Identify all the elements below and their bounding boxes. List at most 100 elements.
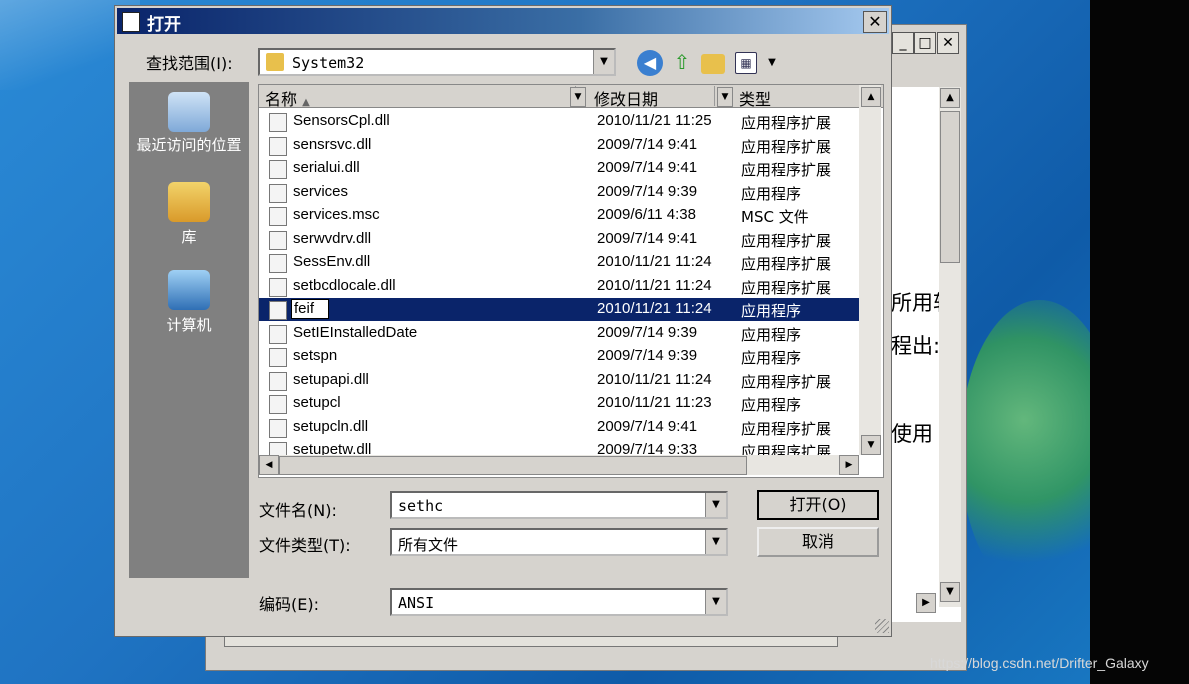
file-type: 应用程序 [741,302,802,320]
place-label: 计算机 [166,316,212,334]
new-folder-icon[interactable] [701,54,725,74]
column-name-label: 名称 [265,90,298,109]
view-menu-icon[interactable]: ▦ [735,52,757,74]
scroll-down-arrow[interactable]: ▼ [940,582,960,602]
place-computer[interactable]: 计算机 [129,270,249,335]
file-name: SessEnv.dll [293,253,371,270]
file-icon [269,113,287,132]
chevron-down-icon[interactable]: ▼ [705,590,726,614]
side-black-bar [1090,0,1189,684]
open-button[interactable]: 打开(O) [757,490,879,520]
file-type: 应用程序扩展 [741,419,832,438]
rename-input[interactable]: feif [291,299,329,319]
scroll-left-arrow[interactable]: ◀ [259,455,279,475]
cancel-button[interactable]: 取消 [757,527,879,557]
maximize-button[interactable]: □ [914,32,936,54]
file-name: setupcln.dll [293,417,369,435]
file-icon [269,183,287,203]
watermark: https://blog.csdn.net/Drifter_Galaxy [930,655,1149,671]
chevron-down-icon[interactable]: ▼ [705,530,726,554]
chevron-down-icon[interactable]: ▼ [705,493,726,517]
file-date: 2010/11/21 11:24 [597,253,712,270]
file-type: MSC 文件 [741,208,809,226]
close-button[interactable]: ✕ [937,32,959,54]
encoding-combo[interactable]: ANSI ▼ [390,588,728,616]
filetype-value: 所有文件 [398,536,459,554]
back-icon[interactable]: ◀ [637,50,663,76]
file-name: SetIEInstalledDate [293,323,418,341]
file-icon [269,418,287,438]
file-row[interactable]: setupcln.dll 2009/7/14 9:41 应用程序扩展 [259,416,859,439]
file-row[interactable]: feif 2010/11/21 11:24 应用程序 [259,298,859,321]
column-type[interactable]: 类型 [739,86,857,109]
file-icon [269,277,287,297]
file-type: 应用程序 [741,396,802,414]
scroll-up-arrow[interactable]: ▲ [940,88,960,108]
text-fragment: 程出: [891,334,941,358]
scroll-right-arrow[interactable]: ▶ [839,455,859,475]
minimize-button[interactable]: _ [892,32,914,54]
file-row[interactable]: setbcdlocale.dll 2010/11/21 11:24 应用程序扩展 [259,275,859,298]
close-button[interactable]: ✕ [863,11,887,33]
dialog-title: 打开 [147,15,181,35]
file-list[interactable]: 名称 ▲ ▼ 修改日期 ▼ 类型 SensorsCpl.dll 2010/11/2… [258,84,884,478]
file-row[interactable]: SessEnv.dll 2010/11/21 11:24 应用程序扩展 [259,251,859,274]
file-row[interactable]: services 2009/7/14 9:39 应用程序 [259,181,859,204]
vertical-scrollbar[interactable]: ▲ ▼ [859,85,881,455]
file-type: 应用程序扩展 [741,255,832,273]
vertical-scrollbar[interactable]: ▲ ▼ [939,87,961,607]
file-row[interactable]: SetIEInstalledDate 2009/7/14 9:39 应用程序 [259,322,859,345]
file-type: 应用程序扩展 [741,278,832,297]
chevron-down-icon[interactable]: ▼ [759,50,785,76]
places-bar: 最近访问的位置 库 计算机 [129,82,249,578]
scroll-down-arrow[interactable]: ▼ [861,435,881,455]
file-date: 2009/7/14 9:41 [597,135,698,153]
file-name: SensorsCpl.dll [293,112,390,129]
place-recent[interactable]: 最近访问的位置 [129,92,249,154]
file-row[interactable]: SensorsCpl.dll 2010/11/21 11:25 应用程序扩展 [259,110,859,133]
look-in-combo[interactable]: System32 ▼ [258,48,616,76]
file-row[interactable]: setupapi.dll 2010/11/21 11:24 应用程序扩展 [259,369,859,392]
file-row[interactable]: serialui.dll 2009/7/14 9:41 应用程序扩展 [259,157,859,180]
file-icon [269,324,287,344]
filetype-combo[interactable]: 所有文件 ▼ [390,528,728,556]
scroll-thumb[interactable] [279,456,747,475]
chevron-down-icon[interactable]: ▼ [593,50,614,74]
file-icon [269,395,287,414]
file-date: 2010/11/21 11:23 [597,394,712,411]
column-date[interactable]: 修改日期 [594,86,715,109]
file-icon [269,254,287,273]
up-folder-icon[interactable]: ⇧ [669,49,695,75]
list-header: 名称 ▲ ▼ 修改日期 ▼ 类型 [259,85,883,109]
file-name: setupcl [293,394,341,411]
file-row[interactable]: setspn 2009/7/14 9:39 应用程序 [259,345,859,368]
file-row[interactable]: sensrsvc.dll 2009/7/14 9:41 应用程序扩展 [259,134,859,157]
resize-grip[interactable] [875,619,889,633]
place-libraries[interactable]: 库 [129,182,249,247]
chevron-down-icon[interactable]: ▼ [570,87,586,107]
encoding-value: ANSI [398,594,435,612]
title-bar[interactable]: 打开 ✕ [117,8,889,35]
file-type: 应用程序 [741,184,802,203]
scroll-up-arrow[interactable]: ▲ [861,87,881,107]
column-type-label: 类型 [739,90,772,109]
column-name[interactable]: 名称 ▲ [265,86,576,109]
scroll-thumb[interactable] [940,111,960,263]
file-icon [269,371,287,391]
file-name: serwvdrv.dll [293,229,372,247]
file-date: 2010/11/21 11:24 [597,370,712,388]
file-row[interactable]: serwvdrv.dll 2009/7/14 9:41 应用程序扩展 [259,228,859,251]
file-row[interactable]: services.msc 2009/6/11 4:38 MSC 文件 [259,204,859,227]
scroll-right-arrow[interactable]: ▶ [916,593,936,613]
file-type: 应用程序扩展 [741,137,832,156]
file-row[interactable]: setupcl 2010/11/21 11:23 应用程序 [259,392,859,415]
folder-icon [266,53,284,71]
filename-value: sethc [398,497,444,515]
file-type: 应用程序扩展 [741,231,832,250]
look-in-label: 查找范围(I): [146,54,233,73]
chevron-down-icon[interactable]: ▼ [717,87,733,107]
place-label: 最近访问的位置 [136,136,242,154]
filename-combo[interactable]: sethc ▼ [390,491,728,519]
horizontal-scrollbar[interactable]: ◀ ▶ [259,455,859,475]
encoding-label: 编码(E): [259,595,319,614]
